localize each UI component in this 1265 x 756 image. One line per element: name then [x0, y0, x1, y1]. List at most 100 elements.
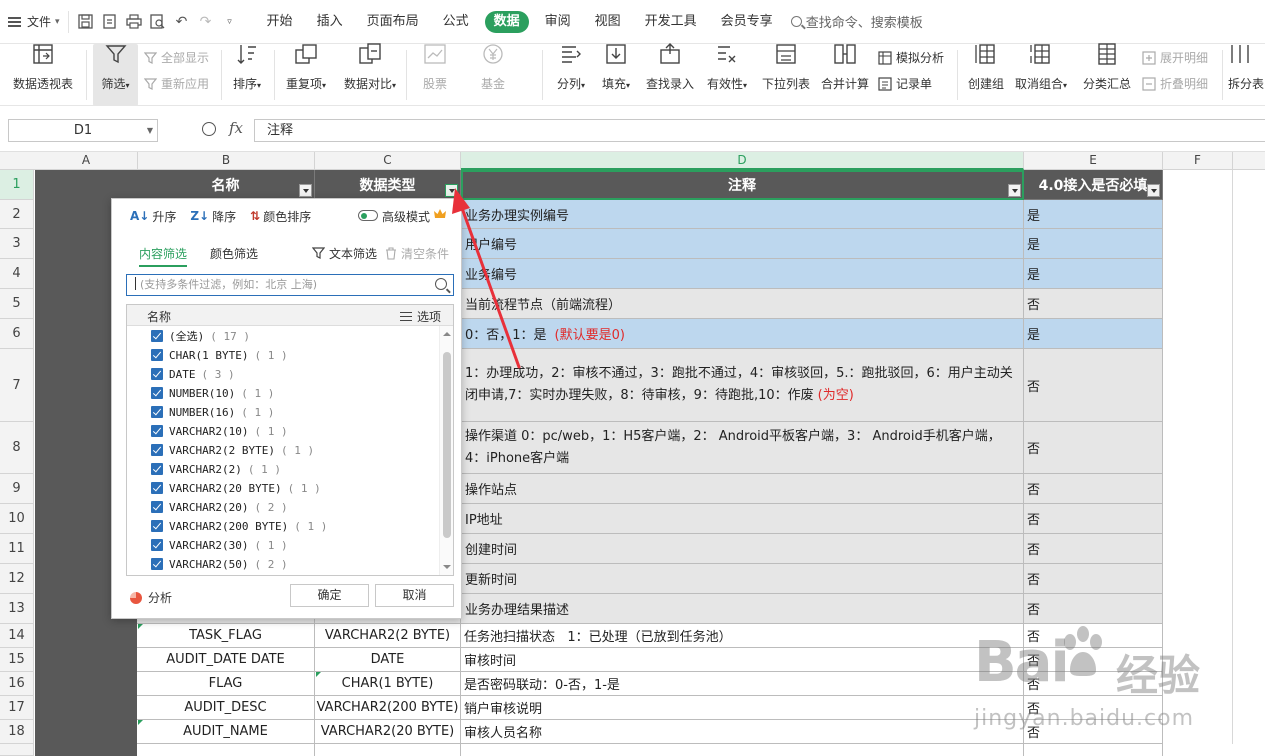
filter-item[interactable]: CHAR(1 BYTE) ( 1 )	[151, 347, 288, 363]
lookup-entry-button[interactable]: 查找录入	[643, 43, 697, 106]
fund-button[interactable]: 基金	[470, 44, 516, 106]
filter-item[interactable]: VARCHAR2(10) ( 1 )	[151, 423, 288, 439]
filter-item[interactable]: VARCHAR2(30) ( 1 )	[151, 537, 288, 553]
filter-item[interactable]: VARCHAR2(50) ( 2 )	[151, 556, 288, 572]
advanced-mode-toggle[interactable]	[358, 210, 378, 221]
cell-e4[interactable]: 是	[1024, 259, 1163, 289]
clear-conditions-button[interactable]: 清空条件	[385, 245, 449, 262]
save-icon[interactable]	[77, 13, 95, 31]
cell-b17[interactable]: AUDIT_DESC	[137, 696, 315, 720]
scroll-up-icon[interactable]	[443, 332, 451, 336]
cell-d15[interactable]: 审核时间	[461, 648, 1024, 672]
cell-e10[interactable]: 否	[1024, 504, 1163, 534]
cell-e8[interactable]: 否	[1024, 422, 1163, 474]
file-menu[interactable]: 文件 ▾	[0, 7, 68, 37]
split-table-button[interactable]: 拆分表	[1228, 44, 1265, 106]
filter-item[interactable]: VARCHAR2(200 BYTE) ( 1 )	[151, 518, 327, 534]
row-header-10[interactable]: 10	[0, 504, 34, 534]
cell-b14[interactable]: TASK_FLAG	[137, 624, 315, 648]
cell-d2[interactable]: 业务办理实例编号	[461, 200, 1024, 229]
checkbox-checked[interactable]	[151, 558, 163, 570]
filter-dropdown-name[interactable]	[299, 184, 312, 197]
text-filter-button[interactable]: 文本筛选	[312, 245, 377, 262]
cell-c16[interactable]: CHAR(1 BYTE)	[315, 672, 461, 696]
cell-d4[interactable]: 业务编号	[461, 259, 1024, 289]
cell-c14[interactable]: VARCHAR2(2 BYTE)	[315, 624, 461, 648]
cell-c17[interactable]: VARCHAR2(200 BYTE)	[315, 696, 461, 720]
filter-dropdown-required[interactable]	[1147, 184, 1160, 197]
tab-insert[interactable]: 插入	[305, 11, 355, 33]
tab-home[interactable]: 开始	[255, 11, 305, 33]
data-compare-button[interactable]: 数据对比▾	[339, 43, 401, 106]
cell-b18[interactable]: AUDIT_NAME	[137, 720, 315, 744]
cell-e9[interactable]: 否	[1024, 474, 1163, 504]
row-header-8[interactable]: 8	[0, 422, 34, 474]
fill-button[interactable]: 填充▾	[596, 44, 636, 106]
filter-item[interactable]: VARCHAR2(20 BYTE) ( 1 )	[151, 480, 321, 496]
header-cell-comment[interactable]: 注释	[461, 170, 1024, 200]
print-preview-icon[interactable]	[149, 13, 167, 31]
insert-function-icon[interactable]: fx	[229, 119, 243, 137]
consolidate-button[interactable]: 合并计算	[818, 44, 872, 106]
row-header-18[interactable]: 18	[0, 720, 34, 744]
tab-member[interactable]: 会员专享	[709, 11, 785, 33]
column-header-b[interactable]: B	[138, 152, 315, 170]
filter-list-scrollbar[interactable]	[439, 326, 453, 575]
cell-e11[interactable]: 否	[1024, 534, 1163, 564]
cell-d7[interactable]: 1：办理成功，2：审核不通过，3：跑批不通过，4：审核驳回，5.：跑批驳回，6：…	[461, 349, 1024, 422]
scroll-down-icon[interactable]	[443, 565, 451, 569]
checkbox-checked[interactable]	[151, 539, 163, 551]
filter-button[interactable]: 筛选▾	[93, 44, 138, 106]
row-header-11[interactable]: 11	[0, 534, 34, 564]
pivot-table-button[interactable]: 数据透视表	[8, 44, 78, 106]
cell-b19[interactable]	[137, 744, 315, 756]
validity-button[interactable]: 有效性▾	[702, 44, 752, 106]
filter-item[interactable]: NUMBER(10) ( 1 )	[151, 385, 274, 401]
row-header-7[interactable]: 7	[0, 349, 34, 422]
cell-c19[interactable]	[315, 744, 461, 756]
cell-d9[interactable]: 操作站点	[461, 474, 1024, 504]
row-header-15[interactable]: 15	[0, 648, 34, 672]
command-search[interactable]: 查找命令、搜索模板	[790, 12, 923, 31]
filter-dropdown-type[interactable]	[445, 184, 458, 197]
cell-d12[interactable]: 更新时间	[461, 564, 1024, 594]
cell-e12[interactable]: 否	[1024, 564, 1163, 594]
checkbox-checked[interactable]	[151, 330, 163, 342]
checkbox-checked[interactable]	[151, 501, 163, 513]
print-icon[interactable]	[125, 13, 143, 31]
collapse-detail-button[interactable]: 折叠明细	[1142, 75, 1208, 92]
duplicates-button[interactable]: 重复项▾	[280, 44, 332, 106]
sort-button[interactable]: 排序▾	[228, 44, 266, 106]
cell-e13[interactable]: 否	[1024, 594, 1163, 624]
cell-d8[interactable]: 操作渠道 0：pc/web，1：H5客户端，2： Android平板客户端，3：…	[461, 422, 1024, 474]
formula-input[interactable]: 注释	[254, 119, 1265, 142]
record-form-button[interactable]: 记录单	[878, 75, 932, 92]
reapply-button[interactable]: 重新应用	[143, 75, 209, 92]
filter-item-select-all[interactable]: (全选) ( 17 )	[151, 328, 250, 344]
checkbox-checked[interactable]	[151, 463, 163, 475]
filter-search-input[interactable]: (支持多条件过滤，例如：北京 上海)	[126, 274, 454, 296]
cell-e3[interactable]: 是	[1024, 229, 1163, 259]
checkbox-checked[interactable]	[151, 482, 163, 494]
cell-e5[interactable]: 否	[1024, 289, 1163, 319]
tab-content-filter[interactable]: 内容筛选	[139, 245, 188, 267]
checkbox-checked[interactable]	[151, 520, 163, 532]
filter-dropdown-comment[interactable]	[1008, 184, 1021, 197]
ungroup-button[interactable]: 取消组合▾	[1012, 44, 1070, 106]
tab-data[interactable]: 数据	[484, 10, 529, 33]
row-header-16[interactable]: 16	[0, 672, 34, 696]
checkbox-checked[interactable]	[151, 387, 163, 399]
dropdown-list-button[interactable]: 下拉列表	[759, 44, 813, 106]
color-sort-button[interactable]: ⇅ 颜色排序	[250, 208, 311, 225]
column-header-f[interactable]: F	[1163, 152, 1233, 170]
show-all-button[interactable]: 全部显示	[143, 49, 209, 66]
expand-detail-button[interactable]: 展开明细	[1142, 49, 1208, 66]
cell-c18[interactable]: VARCHAR2(20 BYTE)	[315, 720, 461, 744]
cell-d5[interactable]: 当前流程节点（前端流程）	[461, 289, 1024, 319]
filter-options-button[interactable]: 选项	[399, 308, 441, 325]
row-header-9[interactable]: 9	[0, 474, 34, 504]
redo-icon[interactable]: ↷	[197, 13, 215, 31]
scrollbar-thumb[interactable]	[443, 352, 451, 538]
sort-descending-button[interactable]: Z↓ 降序	[190, 208, 236, 225]
header-cell-type[interactable]: 数据类型	[315, 170, 461, 200]
